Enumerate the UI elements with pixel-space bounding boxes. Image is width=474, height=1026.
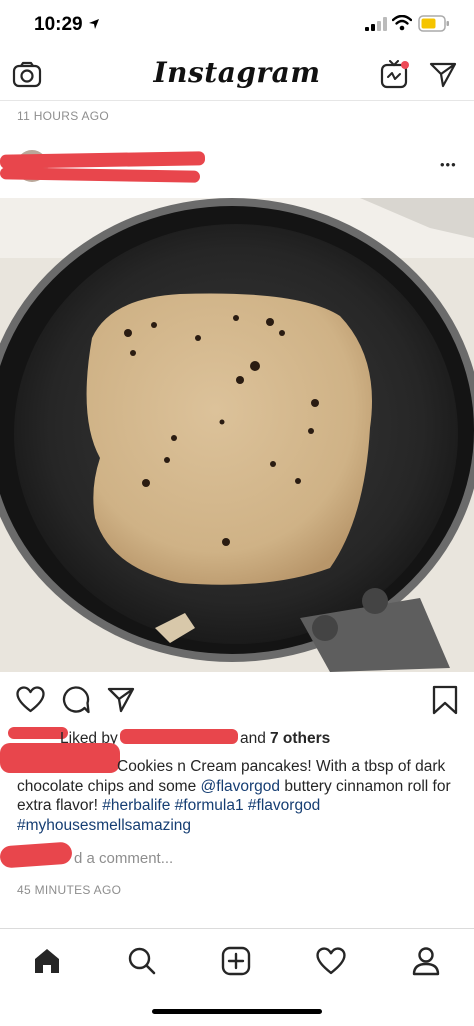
new-post-icon[interactable] <box>221 946 251 976</box>
profile-icon[interactable] <box>412 946 440 976</box>
hashtag-link[interactable]: #herbalife <box>102 797 170 814</box>
post-header: ••• <box>0 147 474 187</box>
top-navigation: Instagram <box>0 52 474 101</box>
wifi-icon <box>392 15 412 31</box>
redaction-mark <box>8 727 68 739</box>
home-indicator[interactable] <box>152 1009 322 1014</box>
likes-and-label: and <box>240 730 266 747</box>
hashtag-link[interactable]: #flavorgod <box>248 797 320 814</box>
search-icon[interactable] <box>127 946 157 976</box>
battery-icon <box>418 15 449 32</box>
home-icon[interactable] <box>33 947 61 975</box>
post-timestamp: 45 MINUTES AGO <box>17 883 122 897</box>
direct-icon[interactable] <box>429 61 457 89</box>
redaction-mark <box>0 151 206 169</box>
add-comment-row[interactable]: d a comment... <box>0 838 474 874</box>
heart-icon[interactable] <box>16 686 45 713</box>
previous-post-timestamp: 11 HOURS AGO <box>17 109 110 123</box>
location-arrow-icon <box>89 19 99 29</box>
pancake-photo <box>0 198 474 672</box>
activity-icon[interactable] <box>316 947 346 975</box>
comment-icon[interactable] <box>62 686 90 714</box>
add-comment-input[interactable]: d a comment... <box>74 850 173 867</box>
hashtag-link[interactable]: #formula1 <box>175 797 244 814</box>
mention-link[interactable]: @flavorgod <box>201 778 281 795</box>
igtv-icon[interactable] <box>380 60 410 90</box>
post-photo[interactable] <box>0 198 474 672</box>
post-caption: Cookies n Cream pancakes! With a tbsp of… <box>17 757 462 835</box>
share-icon[interactable] <box>107 686 135 714</box>
status-bar: 10:29 <box>0 0 474 50</box>
more-icon[interactable]: ••• <box>440 157 457 172</box>
status-time: 10:29 <box>34 14 83 35</box>
redaction-mark <box>0 841 73 869</box>
likes-others-link[interactable]: 7 others <box>270 730 330 748</box>
hashtag-link[interactable]: #myhousesmellsamazing <box>17 817 191 834</box>
signal-icon <box>365 17 387 31</box>
redaction-mark <box>120 729 238 744</box>
bookmark-icon[interactable] <box>432 685 458 715</box>
post-action-bar <box>0 683 474 719</box>
